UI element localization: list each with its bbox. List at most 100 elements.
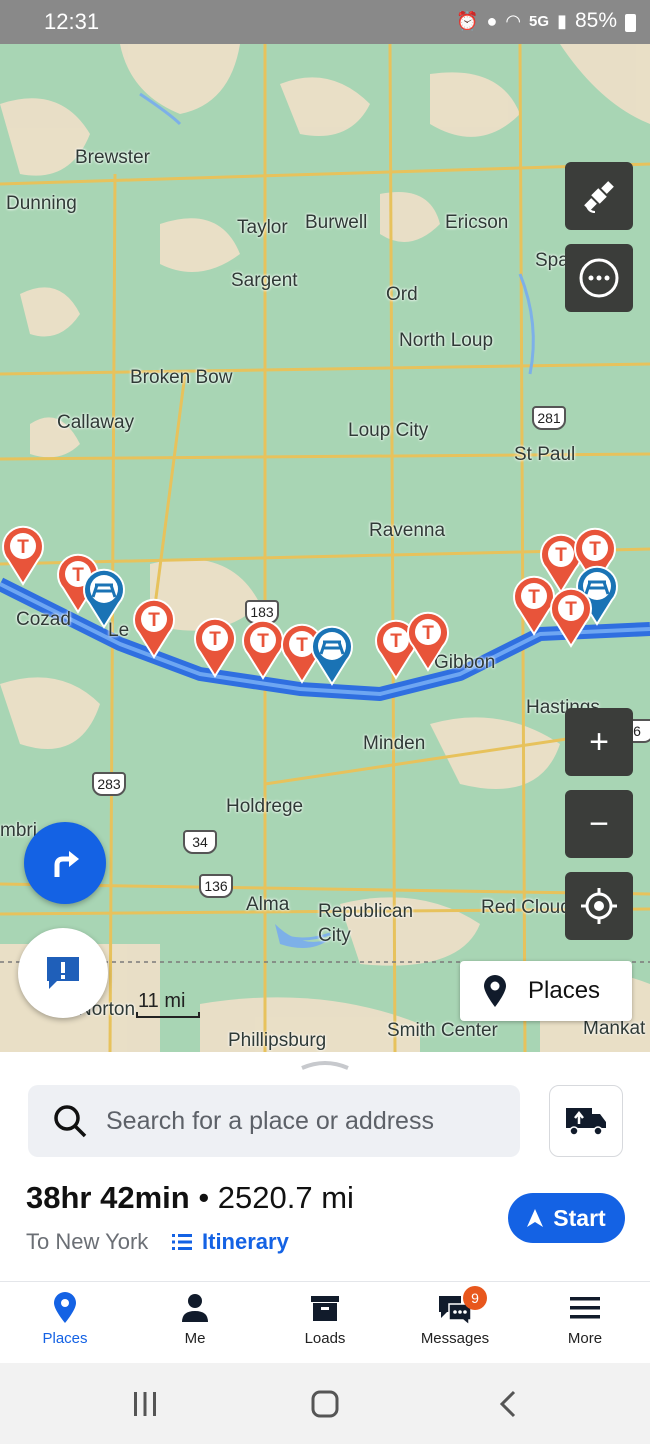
search-icon — [54, 1105, 87, 1138]
status-bar: 12:31 ⏰ ● ◠ 5G ▮ 85% — [0, 0, 650, 44]
menu-icon — [570, 1297, 600, 1319]
location-icon: ● — [486, 10, 498, 31]
tab-more[interactable]: More — [520, 1282, 650, 1364]
rest-area-pin[interactable] — [81, 567, 127, 629]
svg-text:T: T — [565, 599, 577, 620]
report-icon — [47, 957, 79, 989]
search-placeholder: Search for a place or address — [106, 1106, 434, 1135]
svg-text:T: T — [528, 587, 540, 608]
tab-messages[interactable]: 9 Messages — [390, 1282, 520, 1364]
report-button[interactable] — [18, 928, 108, 1018]
navigation-arrow-icon — [527, 1209, 544, 1227]
satellite-button[interactable] — [565, 162, 633, 230]
alarm-icon: ⏰ — [456, 10, 479, 31]
network-type: 5G — [529, 12, 550, 30]
back-icon[interactable] — [496, 1390, 520, 1418]
trip-summary: 38hr 42min • 2520.7 mi — [26, 1180, 354, 1216]
trip-duration: 38hr 42min — [26, 1180, 190, 1215]
town-label: St Paul — [514, 444, 576, 465]
tab-label: Messages — [420, 1330, 490, 1347]
trip-destination: To New York — [26, 1229, 149, 1254]
truck-stop-pin[interactable]: T — [192, 616, 238, 678]
town-label: Ord — [386, 284, 418, 305]
truck-stop-pin[interactable]: T — [0, 524, 46, 586]
bottom-tab-bar: Places Me Loads 9 Messages More — [0, 1281, 650, 1363]
itinerary-label: Itinerary — [202, 1229, 289, 1254]
svg-text:T: T — [390, 631, 402, 652]
battery-icon — [625, 14, 636, 32]
places-button-label: Places — [528, 977, 601, 1004]
tab-label: Loads — [304, 1330, 346, 1347]
layers-icon — [579, 258, 619, 298]
town-label: Burwell — [305, 212, 368, 233]
sheet-handle[interactable] — [300, 1060, 350, 1070]
zoom-in-button[interactable]: + — [565, 708, 633, 776]
tab-places[interactable]: Places — [0, 1282, 130, 1364]
trip-distance: 2520.7 mi — [217, 1180, 354, 1215]
battery-percent: 85% — [574, 9, 617, 32]
town-label: City — [318, 925, 351, 946]
svg-text:T: T — [555, 545, 567, 566]
tab-me[interactable]: Me — [130, 1282, 260, 1364]
navigate-button[interactable] — [24, 822, 106, 904]
town-label: Ericson — [445, 212, 509, 233]
svg-text:T: T — [257, 631, 269, 652]
signal-icon: ▮ — [557, 10, 567, 31]
places-map-button[interactable]: Places — [460, 961, 632, 1021]
town-label: Sargent — [231, 270, 298, 291]
map-view[interactable]: Brewster Dunning Taylor Burwell Ericson … — [0, 44, 650, 1052]
search-input[interactable]: Search for a place or address — [28, 1085, 520, 1157]
start-label: Start — [553, 1204, 606, 1231]
start-button[interactable]: Start — [508, 1193, 625, 1243]
town-label: Loup City — [348, 420, 429, 441]
town-label: North Loup — [399, 330, 494, 351]
itinerary-link[interactable]: Itinerary — [172, 1229, 289, 1255]
turn-arrow-icon — [54, 851, 79, 877]
trip-separator: • — [189, 1180, 218, 1215]
svg-text:T: T — [17, 537, 29, 558]
town-label: Phillipsburg — [228, 1030, 327, 1051]
tab-label: More — [567, 1330, 603, 1347]
town-label: Taylor — [237, 217, 288, 238]
town-label: Callaway — [57, 412, 135, 433]
location-pin-icon — [484, 975, 506, 1007]
status-icons: ⏰ ● ◠ 5G ▮ 85% — [456, 9, 636, 33]
tab-label: Me — [184, 1330, 206, 1347]
satellite-icon — [584, 181, 614, 213]
zoom-out-button[interactable]: − — [565, 790, 633, 858]
layers-button[interactable] — [565, 244, 633, 312]
highway-shield: 283 — [92, 772, 126, 796]
town-label: Mankat — [583, 1018, 646, 1039]
rest-area-pin[interactable] — [309, 624, 355, 686]
truck-stop-pin[interactable]: T — [131, 597, 177, 659]
wifi-icon: ◠ — [505, 10, 522, 31]
town-label: Brewster — [75, 147, 150, 168]
scale-label: 11 mi — [138, 990, 186, 1012]
truck-profile-button[interactable] — [549, 1085, 623, 1157]
highway-shield: 281 — [532, 406, 566, 430]
recent-apps-icon[interactable] — [131, 1390, 159, 1418]
truck-icon — [566, 1108, 606, 1136]
status-time: 12:31 — [44, 9, 100, 34]
svg-text:T: T — [148, 610, 160, 631]
town-label: Red Cloud — [481, 897, 571, 918]
town-label: Republican — [318, 901, 414, 922]
tab-label: Places — [42, 1330, 88, 1347]
unread-badge: 9 — [463, 1286, 487, 1310]
svg-text:T: T — [296, 635, 308, 656]
truck-stop-pin[interactable]: T — [548, 586, 594, 648]
route-sheet: Search for a place or address 38hr 42min… — [0, 1052, 650, 1280]
tab-loads[interactable]: Loads — [260, 1282, 390, 1364]
svg-text:T: T — [422, 623, 434, 644]
crosshair-icon — [581, 888, 617, 924]
locate-button[interactable] — [565, 872, 633, 940]
location-pin-icon — [54, 1292, 76, 1323]
town-label: Smith Center — [387, 1020, 498, 1041]
truck-stop-pin[interactable]: T — [405, 610, 451, 672]
person-icon — [182, 1294, 208, 1322]
town-label: Alma — [246, 894, 290, 915]
town-label: Minden — [363, 733, 426, 754]
home-icon[interactable] — [310, 1389, 340, 1419]
svg-text:T: T — [589, 539, 601, 560]
svg-text:T: T — [209, 629, 221, 650]
